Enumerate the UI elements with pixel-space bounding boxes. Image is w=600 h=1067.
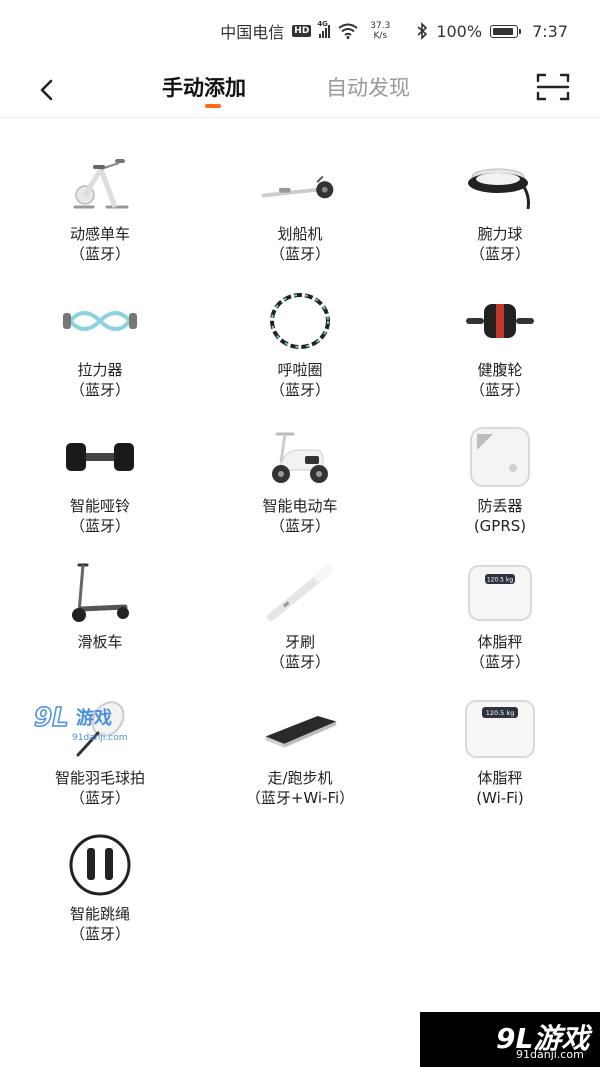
scan-icon[interactable] xyxy=(535,72,571,102)
device-name: 动感单车 xyxy=(69,225,130,243)
device-connection: （蓝牙） xyxy=(469,245,530,263)
device-smart-dumbbell[interactable]: 智能哑铃 （蓝牙） xyxy=(0,422,200,558)
clock: 7:37 xyxy=(532,21,568,41)
jump-rope-icon xyxy=(60,830,140,900)
svg-text:120.5 kg: 120.5 kg xyxy=(487,577,514,584)
device-kick-scooter[interactable]: 滑板车 xyxy=(0,558,200,694)
dumbbell-icon xyxy=(60,422,140,492)
body-fat-scale-icon: 120.5 kg xyxy=(460,558,540,628)
device-name: 呼啦圈 xyxy=(277,361,323,379)
hula-hoop-icon xyxy=(260,286,340,356)
hd-badge: HD xyxy=(292,25,312,37)
device-treadmill[interactable]: 走/跑步机 （蓝牙+Wi-Fi） xyxy=(200,694,400,830)
device-name: 智能哑铃 xyxy=(69,497,130,515)
device-name: 牙刷 xyxy=(284,633,315,651)
bluetooth-icon xyxy=(417,22,428,40)
device-name: 体脂秤 xyxy=(477,633,523,651)
wifi-icon xyxy=(338,23,358,39)
device-name: 智能电动车 xyxy=(262,497,338,515)
device-spin-bike[interactable]: 动感单车 （蓝牙） xyxy=(0,150,200,286)
device-connection: （蓝牙） xyxy=(269,517,330,535)
device-name: 健腹轮 xyxy=(477,361,523,379)
tab-manual-add[interactable]: 手动添加 xyxy=(162,74,246,102)
device-connection: (GPRS) xyxy=(473,517,527,535)
watermark-url: 91danji.com xyxy=(516,1048,584,1061)
body-fat-scale-icon: 120.5 kg xyxy=(460,694,540,764)
e-scooter-icon xyxy=(260,422,340,492)
device-connection: （蓝牙） xyxy=(469,381,530,399)
back-arrow-icon[interactable] xyxy=(30,72,66,108)
battery-icon xyxy=(490,24,522,38)
device-name: 腕力球 xyxy=(477,225,523,243)
device-connection: （蓝牙） xyxy=(269,653,330,671)
svg-text:9L: 9L xyxy=(34,703,69,733)
device-connection: （蓝牙） xyxy=(69,925,130,943)
tab-auto-discover[interactable]: 自动发现 xyxy=(326,74,410,102)
wrist-ball-icon xyxy=(460,150,540,220)
svg-text:游戏: 游戏 xyxy=(76,707,112,729)
status-bar: 中国电信 HD 4G 37.3 K/s 100% 7:37 xyxy=(0,0,600,62)
watermark-logo-icon: 9L 游戏 91danji.com xyxy=(33,702,127,743)
device-name: 智能羽毛球拍 xyxy=(54,769,145,787)
ab-wheel-icon xyxy=(460,286,540,356)
device-smart-e-scooter[interactable]: 智能电动车 （蓝牙） xyxy=(200,422,400,558)
device-name: 走/跑步机 xyxy=(267,769,333,787)
cellular-signal-icon: 4G xyxy=(317,20,331,38)
device-connection: （蓝牙） xyxy=(69,517,130,535)
device-name: 防丢器 xyxy=(477,497,523,515)
carrier-label: 中国电信 xyxy=(220,23,285,42)
device-body-fat-scale-bt[interactable]: 120.5 kg 体脂秤 （蓝牙） xyxy=(400,558,600,694)
device-connection: (Wi-Fi) xyxy=(476,789,524,807)
device-name: 划船机 xyxy=(277,225,323,243)
kick-scooter-icon xyxy=(60,558,140,628)
device-name: 体脂秤 xyxy=(477,769,523,787)
device-connection: （蓝牙） xyxy=(69,245,130,263)
svg-text:120.5 kg: 120.5 kg xyxy=(486,709,515,717)
watermark-corner: 9L游戏 91danji.com xyxy=(420,1012,600,1067)
toothbrush-icon xyxy=(260,558,340,628)
device-connection: （蓝牙） xyxy=(69,381,130,399)
device-toothbrush[interactable]: 牙刷 （蓝牙） xyxy=(200,558,400,694)
tracker-tag-icon xyxy=(460,422,540,492)
device-body-fat-scale-wifi[interactable]: 120.5 kg 体脂秤 (Wi-Fi) xyxy=(400,694,600,830)
device-connection: （蓝牙） xyxy=(269,381,330,399)
device-ab-wheel[interactable]: 健腹轮 （蓝牙） xyxy=(400,286,600,422)
svg-text:91danji.com: 91danji.com xyxy=(72,733,127,743)
spin-bike-icon xyxy=(60,150,140,220)
battery-percent: 100% xyxy=(436,21,483,41)
treadmill-icon xyxy=(260,694,340,764)
nav-header: 手动添加 自动发现 xyxy=(0,62,600,118)
device-connection: （蓝牙+Wi-Fi） xyxy=(245,789,355,807)
device-resistance-band[interactable]: 拉力器 （蓝牙） xyxy=(0,286,200,422)
device-name: 滑板车 xyxy=(77,633,123,651)
device-rowing-machine[interactable]: 划船机 （蓝牙） xyxy=(200,150,400,286)
network-speed: 37.3 K/s xyxy=(370,21,391,41)
device-smart-jump-rope[interactable]: 智能跳绳 （蓝牙） xyxy=(0,830,200,966)
device-connection: （蓝牙） xyxy=(469,653,530,671)
active-tab-indicator xyxy=(205,104,221,108)
device-wrist-ball[interactable]: 腕力球 （蓝牙） xyxy=(400,150,600,286)
device-anti-lost-tracker[interactable]: 防丢器 (GPRS) xyxy=(400,422,600,558)
device-hula-hoop[interactable]: 呼啦圈 （蓝牙） xyxy=(200,286,400,422)
rowing-machine-icon xyxy=(260,150,340,220)
device-connection: （蓝牙） xyxy=(269,245,330,263)
resistance-band-icon xyxy=(60,286,140,356)
device-name: 智能跳绳 xyxy=(69,905,130,923)
device-name: 拉力器 xyxy=(77,361,123,379)
device-connection: （蓝牙） xyxy=(69,789,130,807)
